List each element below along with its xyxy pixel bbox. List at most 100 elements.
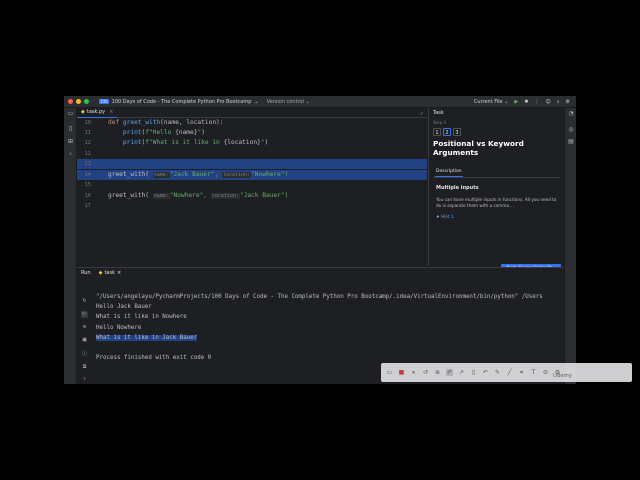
run-tool-icon[interactable]: ▷: [81, 311, 88, 318]
close-window-button[interactable]: [68, 99, 73, 104]
annotation-toolbar: ▭ ■ ⏸ ↺ ⊕ ✐ ↗ ▯ ↶ ✎ ╱ ⌗ T ⊘ ⚙: [381, 363, 632, 382]
python-file-icon: ◆: [81, 109, 85, 115]
step-label: Step 3: [433, 120, 446, 125]
task-title: Positional vs Keyword Arguments: [433, 139, 524, 157]
problems-icon[interactable]: ⓘ: [81, 351, 88, 358]
layers-icon[interactable]: ≋: [81, 324, 88, 331]
toolbar-right: Current File ⌄ ▶ ✱ ⋮ ☺ ⌕ ⚙: [474, 99, 570, 105]
book-icon[interactable]: ▤: [567, 138, 575, 146]
console-line: Process finished with exit code 0: [96, 355, 212, 362]
rewind-icon[interactable]: ↺: [422, 369, 429, 376]
text-tool-icon[interactable]: T: [530, 369, 537, 376]
step-2-button[interactable]: 2: [443, 128, 451, 136]
highlight-icon[interactable]: ▯: [470, 369, 477, 376]
task-subtitle: Multiple inputs: [436, 185, 479, 191]
code-line: 10 def greet_with(name, location):: [77, 118, 427, 128]
zoom-icon[interactable]: ⊕: [434, 369, 441, 376]
folder-icon[interactable]: ▭: [67, 110, 74, 117]
title-bar: 100 100 Days of Code - The Complete Pyth…: [64, 96, 576, 108]
line-number: 13: [84, 161, 92, 167]
project-badge: 100: [99, 99, 109, 104]
code-text: print(f"Hello {name}"): [122, 129, 205, 136]
param-hint: location:: [221, 172, 252, 178]
run-tabs: Run ◆ task ×: [77, 268, 564, 277]
minimize-window-button[interactable]: [76, 99, 81, 104]
pause-icon[interactable]: ⏸: [410, 369, 417, 376]
cursor-icon[interactable]: ▭: [386, 369, 393, 376]
record-icon[interactable]: ■: [398, 369, 405, 376]
left-tool-bar: ▭ ▯ ⊞ ⁘: [64, 108, 77, 384]
chevron-down-icon: ⌄: [254, 98, 259, 105]
console-output[interactable]: "/Users/angelayu/PycharmProjects/100 Day…: [96, 292, 543, 363]
console-line: "/Users/angelayu/PycharmProjects/100 Day…: [96, 294, 543, 300]
step-3-button[interactable]: 3: [453, 128, 461, 136]
right-tool-bar: ◔ ◎ ▤: [564, 108, 576, 384]
bookmark-icon[interactable]: ▯: [67, 125, 74, 132]
task-panel: Task Step 3 1 2 3 Positional vs Keyword …: [428, 108, 564, 272]
lightbulb-icon: ♦: [436, 214, 440, 219]
code-editor[interactable]: ◆ task.py × ✓ 10 def greet_with(name, loc…: [77, 108, 441, 266]
ai-assistant-icon[interactable]: ◎: [567, 126, 575, 134]
debug-icon[interactable]: ✱: [524, 99, 528, 105]
crop-icon[interactable]: ⌗: [518, 369, 525, 376]
run-config-selector[interactable]: Current File ⌄: [474, 99, 509, 105]
hint-link[interactable]: ♦ Hint 1: [429, 214, 564, 219]
task-panel-header: Task: [433, 110, 444, 116]
line-number: 15: [84, 182, 92, 188]
call-name: greet_with(: [108, 192, 149, 199]
pen-icon[interactable]: ✎: [494, 369, 501, 376]
tab-task-py[interactable]: ◆ task.py ×: [77, 108, 118, 118]
run-tab-label: task: [104, 269, 115, 276]
code-line: 12: [77, 149, 427, 159]
code-text: greet_with( name:"Jack Bauer", location:…: [108, 170, 288, 180]
tab-description[interactable]: Description: [435, 169, 463, 177]
project-name: 100 Days of Code - The Complete Python P…: [111, 98, 252, 105]
rerun-icon[interactable]: ↻: [81, 298, 88, 305]
code-line: 17: [77, 201, 427, 211]
console-line-text: What is it like in Jack Bauer: [96, 334, 198, 341]
run-config-label: Current File: [473, 98, 503, 105]
argument: "Nowhere"): [251, 171, 289, 178]
step-1-button[interactable]: 1: [433, 128, 441, 136]
line-number: 12: [84, 151, 92, 157]
project-selector[interactable]: 100 100 Days of Code - The Complete Pyth…: [99, 99, 259, 105]
version-control-icon[interactable]: ᛘ: [81, 377, 88, 384]
structure-icon[interactable]: ⊞: [67, 138, 74, 145]
line-icon[interactable]: ╱: [506, 369, 513, 376]
code-line: 12 print(f"What is it like in {location}…: [77, 138, 427, 148]
more-actions-icon[interactable]: ⋮: [534, 99, 539, 105]
console-line: What is it like in Nowhere: [96, 314, 187, 321]
line-number: 17: [84, 203, 92, 209]
undo-icon[interactable]: ↶: [482, 369, 489, 376]
close-icon[interactable]: ×: [117, 270, 121, 276]
tab-run-task[interactable]: ◆ task ×: [99, 270, 122, 276]
maximize-window-button[interactable]: [84, 99, 89, 104]
user-icon[interactable]: ☺: [545, 99, 550, 105]
bell-icon[interactable]: ◔: [567, 110, 575, 118]
editor-tabs: ◆ task.py ×: [77, 108, 427, 118]
line-number: 11: [84, 130, 92, 136]
console-line: Hello Jack Bauer: [96, 304, 152, 311]
gear-icon[interactable]: ⚙: [566, 99, 570, 105]
plugins-icon[interactable]: ⁘: [67, 151, 74, 158]
arrow-icon[interactable]: ↗: [458, 369, 465, 376]
argument: "Nowhere",: [169, 192, 208, 199]
ide-window: 100 100 Days of Code - The Complete Pyth…: [64, 96, 576, 384]
clear-icon[interactable]: ⊘: [542, 369, 549, 376]
version-control-menu[interactable]: Version control ⌄: [267, 99, 310, 105]
search-icon[interactable]: ⌕: [557, 99, 560, 105]
pointer-icon[interactable]: ✐: [446, 369, 453, 376]
argument: "Jack Bauer"): [239, 192, 289, 199]
close-icon[interactable]: ×: [109, 109, 113, 115]
code-line-selected: 13: [77, 159, 427, 169]
watermark: Udemy: [553, 373, 573, 379]
call-name: greet_with(: [108, 171, 149, 178]
task-body: You can have multiple inputs in function…: [436, 197, 557, 208]
run-icon[interactable]: ▶: [514, 99, 518, 105]
terminal-icon[interactable]: ▣: [81, 337, 88, 344]
param-hint: location:: [210, 193, 240, 199]
code-text: def greet_with(name, location):: [108, 119, 224, 126]
tab-label: task.py: [86, 109, 106, 115]
step-navigation: 1 2 3: [429, 128, 564, 136]
services-icon[interactable]: ⧉: [81, 364, 88, 371]
